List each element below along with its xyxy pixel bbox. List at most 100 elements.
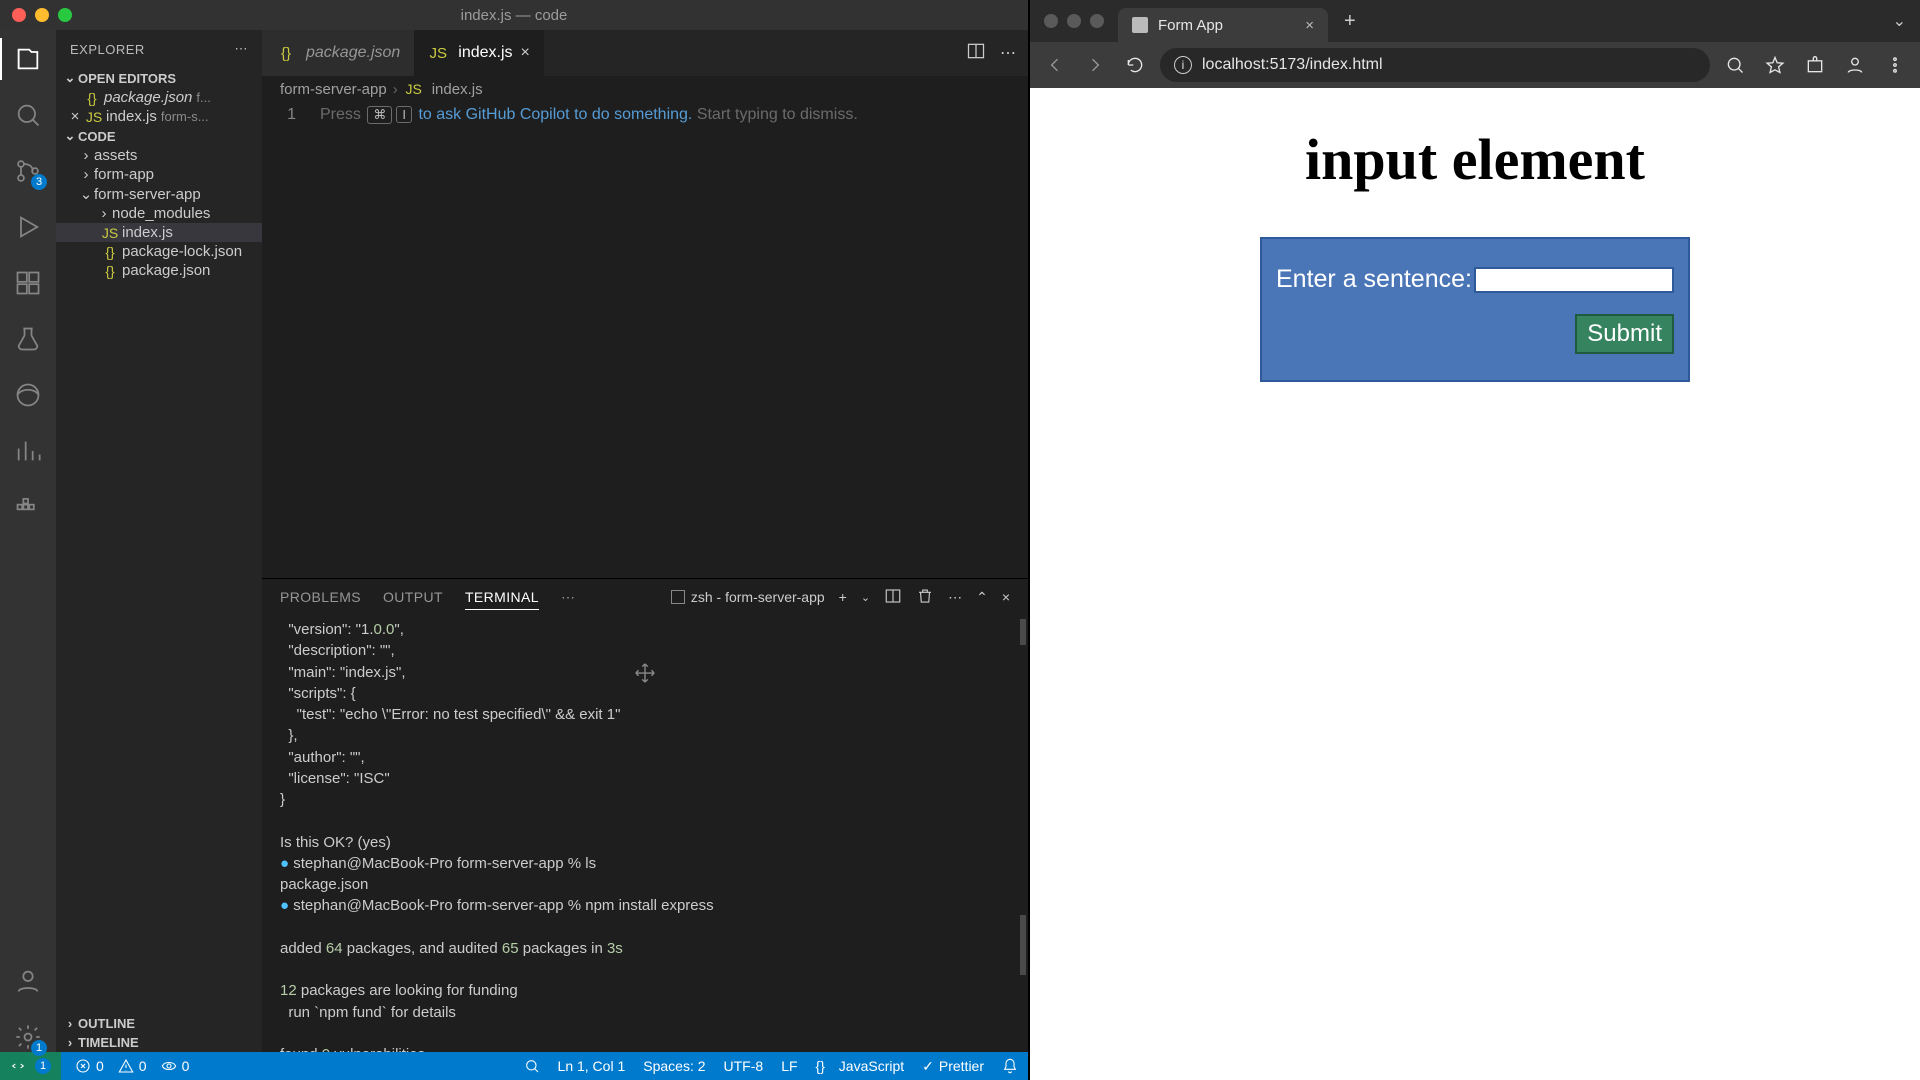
nav-back-icon[interactable] <box>1040 50 1070 80</box>
activity-account-icon[interactable] <box>13 966 43 996</box>
browser-window: Form App × + ⌄ i localhost:5173/index.ht… <box>1028 0 1920 1080</box>
bottom-panel: PROBLEMS OUTPUT TERMINAL ⋯ zsh - form-se… <box>262 578 1028 1052</box>
activity-scm-icon[interactable]: 3 <box>13 156 43 186</box>
close-icon[interactable]: × <box>1305 17 1314 34</box>
zoom-icon[interactable] <box>1720 50 1750 80</box>
activity-extensions-icon[interactable] <box>13 268 43 298</box>
status-indent[interactable]: Spaces: 2 <box>643 1058 705 1074</box>
outline-header[interactable]: ›OUTLINE <box>56 1014 262 1033</box>
menu-icon[interactable] <box>1880 50 1910 80</box>
tree-folder[interactable]: ›node_modules <box>56 204 262 223</box>
activity-edge-icon[interactable] <box>13 380 43 410</box>
editor-tab[interactable]: JSindex.js× <box>414 30 544 76</box>
tab-list-dropdown-icon[interactable]: ⌄ <box>1893 11 1920 31</box>
json-file-icon: {} <box>100 244 120 260</box>
status-notifications-icon[interactable] <box>1002 1058 1018 1074</box>
window-zoom-dot[interactable] <box>1090 14 1104 28</box>
nav-forward-icon[interactable] <box>1080 50 1110 80</box>
js-file-icon: JS <box>404 81 424 97</box>
vscode-window: index.js — code 3 1 EXPLORER <box>0 0 1028 1080</box>
scrollbar-thumb[interactable] <box>1020 915 1026 975</box>
open-editor-item[interactable]: × JS index.js form-s... <box>56 107 262 126</box>
editor-tabs: {}package.json JSindex.js× ⋯ <box>262 30 1028 76</box>
activity-docker-icon[interactable] <box>13 492 43 522</box>
form-label: Enter a sentence: <box>1276 265 1472 294</box>
timeline-header[interactable]: ›TIMELINE <box>56 1033 262 1052</box>
status-language[interactable]: {} JavaScript <box>816 1058 905 1074</box>
split-editor-icon[interactable] <box>966 41 986 66</box>
new-terminal-icon[interactable]: + <box>839 589 847 605</box>
status-eol[interactable]: LF <box>781 1058 797 1074</box>
activity-bar: 3 1 <box>0 30 56 1052</box>
bookmark-icon[interactable] <box>1760 50 1790 80</box>
breadcrumb[interactable]: form-server-app › JS index.js <box>262 76 1028 102</box>
scm-badge: 3 <box>31 174 47 190</box>
activity-search-icon[interactable] <box>13 100 43 130</box>
close-panel-icon[interactable]: × <box>1002 589 1010 605</box>
editor-tab[interactable]: {}package.json <box>262 30 414 76</box>
activity-explorer-icon[interactable] <box>13 44 43 74</box>
activity-testing-icon[interactable] <box>13 324 43 354</box>
nav-reload-icon[interactable] <box>1120 50 1150 80</box>
address-bar[interactable]: i localhost:5173/index.html <box>1160 48 1710 82</box>
status-errors[interactable]: 0 <box>75 1058 104 1074</box>
scrollbar-thumb[interactable] <box>1020 619 1026 645</box>
explorer-more-icon[interactable]: ⋯ <box>235 41 249 57</box>
rendered-page: input element Enter a sentence: Submit <box>1030 88 1920 1080</box>
panel-tab-terminal[interactable]: TERMINAL <box>465 585 539 610</box>
js-file-icon: JS <box>100 225 120 241</box>
line-number: 1 <box>262 106 320 124</box>
tree-file[interactable]: {}package-lock.json <box>56 242 262 261</box>
sentence-input[interactable] <box>1474 267 1674 293</box>
status-prettier[interactable]: ✓ Prettier <box>922 1058 984 1075</box>
status-ports[interactable]: 0 <box>161 1058 190 1074</box>
submit-button[interactable]: Submit <box>1575 314 1674 354</box>
form-container: Enter a sentence: Submit <box>1260 237 1690 382</box>
workspace-header[interactable]: ⌄CODE <box>56 126 262 146</box>
editor-content[interactable]: 1 Press ⌘I to ask GitHub Copilot to do s… <box>262 102 1028 578</box>
window-minimize-dot[interactable] <box>1067 14 1081 28</box>
panel-tab-problems[interactable]: PROBLEMS <box>280 585 361 609</box>
status-warnings[interactable]: 0 <box>118 1058 147 1074</box>
url-text: localhost:5173/index.html <box>1202 56 1383 74</box>
activity-graph-icon[interactable] <box>13 436 43 466</box>
tree-file[interactable]: JSindex.js <box>56 223 262 242</box>
browser-tabstrip: Form App × + ⌄ <box>1030 0 1920 42</box>
panel-tab-output[interactable]: OUTPUT <box>383 585 443 609</box>
tree-folder[interactable]: ›form-app <box>56 165 262 184</box>
terminal-split-dropdown-icon[interactable]: ⌄ <box>861 591 870 604</box>
tree-file[interactable]: {}package.json <box>56 261 262 280</box>
tree-folder[interactable]: ›assets <box>56 146 262 165</box>
status-cursor[interactable]: Ln 1, Col 1 <box>558 1058 626 1074</box>
tree-folder[interactable]: ⌄form-server-app <box>56 184 262 204</box>
remote-indicator[interactable]: 1 <box>0 1052 61 1080</box>
js-file-icon: JS <box>428 45 448 62</box>
activity-debug-icon[interactable] <box>13 212 43 242</box>
terminal-shell-label[interactable]: zsh - form-server-app <box>671 589 825 605</box>
activity-settings-icon[interactable]: 1 <box>13 1022 43 1052</box>
terminal-view[interactable]: "version": "1.0.0", "description": "", "… <box>262 615 1028 1052</box>
json-file-icon: {} <box>100 263 120 279</box>
close-icon[interactable]: × <box>66 108 84 125</box>
status-zoom-icon[interactable] <box>524 1058 540 1074</box>
maximize-panel-icon[interactable]: ⌃ <box>976 589 988 606</box>
close-icon[interactable]: × <box>521 44 530 62</box>
browser-tab[interactable]: Form App × <box>1118 8 1328 42</box>
split-terminal-icon[interactable] <box>884 587 902 608</box>
panel-more-icon[interactable]: ⋯ <box>561 589 575 606</box>
window-close-dot[interactable] <box>1044 14 1058 28</box>
site-info-icon[interactable]: i <box>1174 56 1192 74</box>
editor-more-icon[interactable]: ⋯ <box>1000 43 1016 63</box>
open-editor-item[interactable]: {} package.json f... <box>56 88 262 107</box>
kill-terminal-icon[interactable] <box>916 587 934 608</box>
profile-icon[interactable] <box>1840 50 1870 80</box>
panel-overflow-icon[interactable]: ⋯ <box>948 589 962 606</box>
terminal-icon <box>671 590 685 604</box>
page-heading: input element <box>1305 126 1645 193</box>
json-file-icon: {} <box>82 90 102 106</box>
extensions-icon[interactable] <box>1800 50 1830 80</box>
json-file-icon: {} <box>276 45 296 62</box>
status-encoding[interactable]: UTF-8 <box>724 1058 764 1074</box>
open-editors-header[interactable]: ⌄OPEN EDITORS <box>56 68 262 88</box>
new-tab-button[interactable]: + <box>1328 10 1372 33</box>
